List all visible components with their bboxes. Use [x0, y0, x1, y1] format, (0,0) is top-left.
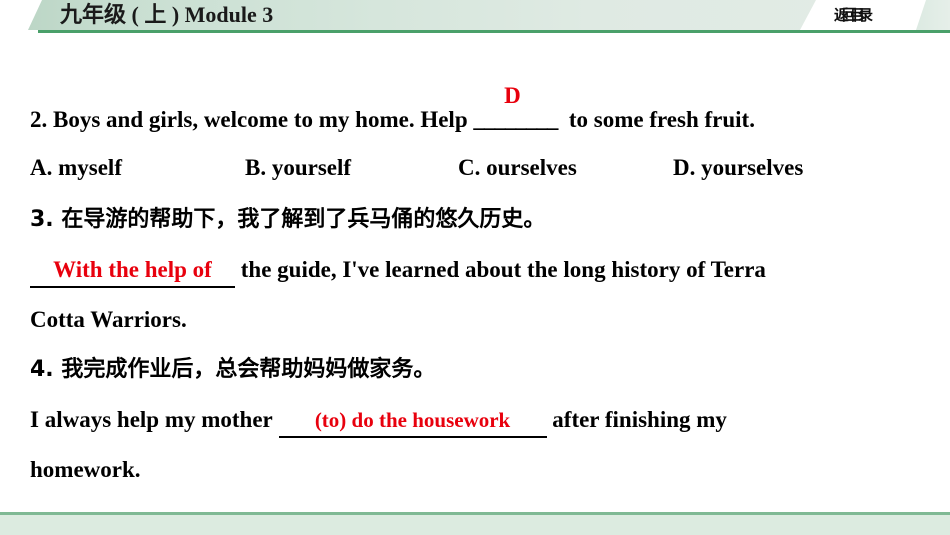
question-3-rest-2: Cotta Warriors.: [30, 307, 187, 332]
question-3-prompt-cn: 3. 在导游的帮助下，我了解到了兵马俑的悠久历史。: [30, 207, 546, 232]
question-3-rest-1: the guide, I've learned about the long h…: [240, 257, 766, 282]
question-4-answer[interactable]: (to) do the housework: [278, 405, 547, 438]
question-3-answer-line: With the help of the guide, I've learned…: [30, 255, 766, 288]
option-b[interactable]: B. yourself: [245, 155, 351, 181]
question-4-rest-2: homework.: [30, 457, 141, 482]
question-2-stem-before: 2. Boys and girls, welcome to my home. H…: [30, 107, 468, 132]
option-a[interactable]: A. myself: [30, 155, 122, 181]
question-4-lead: I always help my mother: [30, 407, 273, 432]
footer-bar: [0, 512, 950, 535]
question-3-answer[interactable]: With the help of: [30, 255, 235, 288]
question-2-answer-letter: D: [504, 83, 521, 108]
back-to-contents-button[interactable]: 返回目录: [834, 2, 904, 28]
question-4-answer-line: I always help my mother (to) do the hous…: [30, 405, 727, 438]
slide-content: 2. Boys and girls, welcome to my home. H…: [0, 33, 950, 503]
option-c[interactable]: C. ourselves: [458, 155, 577, 181]
page-title: 九年级 ( 上 ) Module 3: [60, 2, 274, 27]
question-2-stem-after: to some fresh fruit.: [568, 107, 755, 132]
header-bar: 九年级 ( 上 ) Module 3 返回目录: [0, 0, 950, 33]
question-4-rest-1: after finishing my: [552, 407, 727, 432]
option-d[interactable]: D. yourselves: [673, 155, 803, 181]
question-4-prompt-cn: 4. 我完成作业后，总会帮助妈妈做家务。: [30, 357, 436, 382]
slide-page: 九年级 ( 上 ) Module 3 返回目录 2. Boys and girl…: [0, 0, 950, 535]
question-2-blank[interactable]: D ________: [468, 83, 558, 135]
question-2-stem: 2. Boys and girls, welcome to my home. H…: [30, 83, 755, 135]
